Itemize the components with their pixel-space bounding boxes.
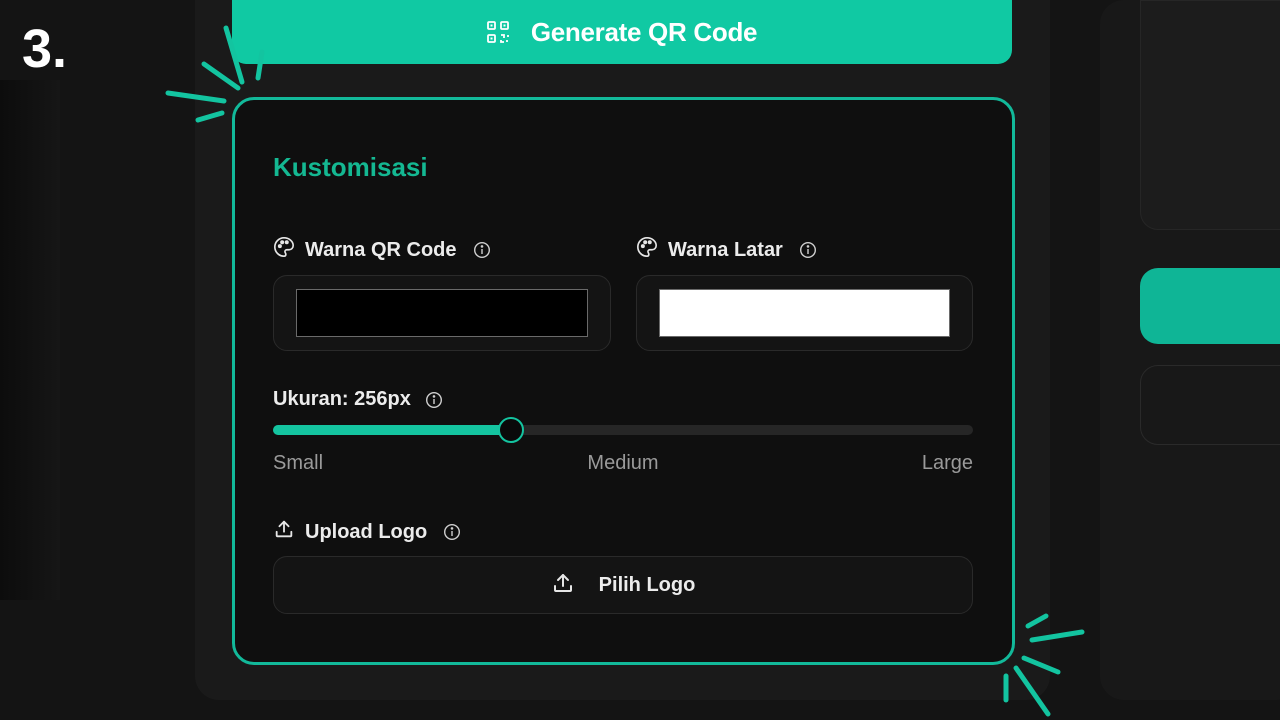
- spark-stroke: [1029, 629, 1085, 643]
- spark-stroke: [223, 25, 245, 85]
- spark-stroke: [201, 61, 241, 91]
- spark-stroke: [195, 110, 225, 123]
- spark-stroke: [1021, 655, 1061, 675]
- spark-stroke: [1013, 665, 1051, 717]
- spark-stroke: [255, 49, 265, 81]
- highlight-sparks: [165, 25, 1085, 717]
- spark-stroke: [165, 90, 227, 104]
- spark-stroke: [1025, 613, 1049, 629]
